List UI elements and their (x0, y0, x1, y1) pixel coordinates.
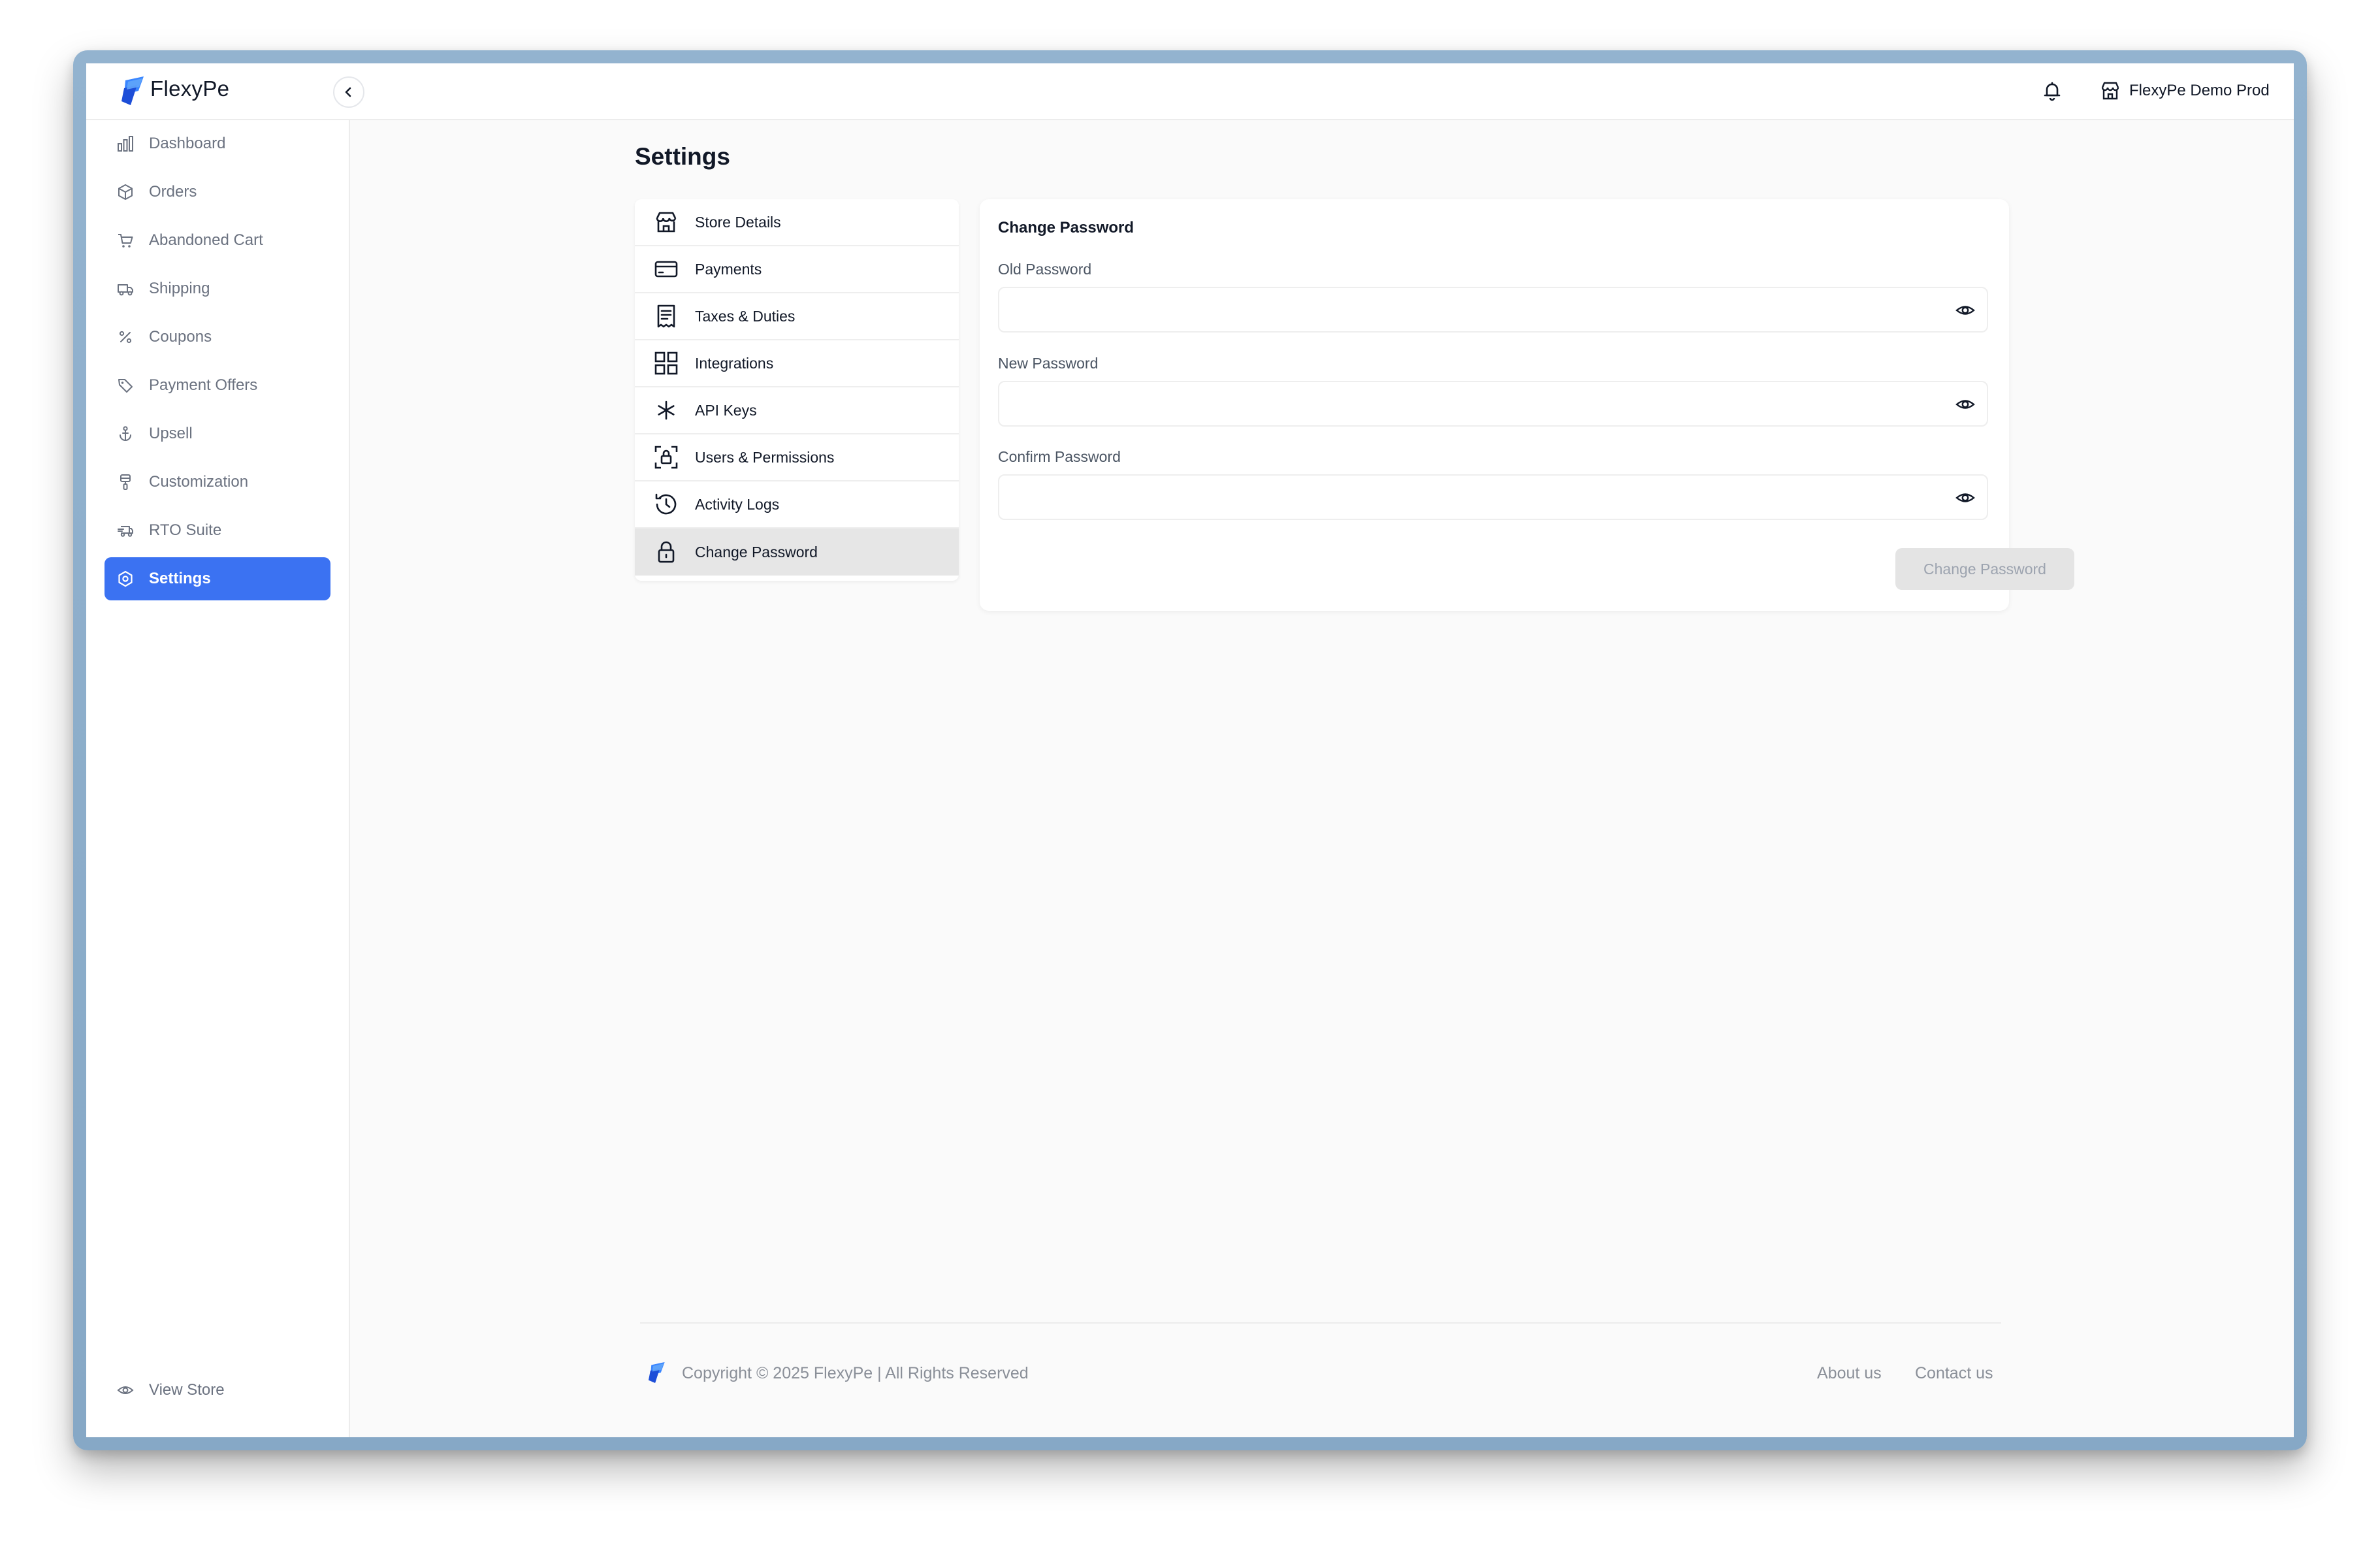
truck-icon (116, 280, 135, 298)
card-title: Change Password (998, 219, 1134, 236)
settings-item-label: Change Password (695, 543, 818, 561)
new-password-input[interactable] (999, 382, 1940, 424)
eye-icon[interactable] (1954, 487, 1976, 509)
chevron-left-icon (345, 87, 351, 97)
eye-icon (116, 1381, 135, 1399)
sidebar-item-customization[interactable]: Customization (105, 461, 330, 504)
settings-item-store-details[interactable]: Store Details (635, 199, 959, 246)
sidebar-item-abandoned-cart[interactable]: Abandoned Cart (105, 219, 330, 262)
eye-icon[interactable] (1954, 393, 1976, 415)
settings-item-taxes-duties[interactable]: Taxes & Duties (635, 293, 959, 340)
settings-item-label: Payments (695, 260, 762, 278)
footer-divider (640, 1322, 2001, 1324)
sidebar-collapse-button[interactable] (333, 76, 364, 108)
settings-item-integrations[interactable]: Integrations (635, 340, 959, 387)
app-window: FlexyPe FlexyPe Demo Prod Dashboard Orde… (86, 63, 2294, 1437)
user-lock-icon (653, 444, 679, 470)
old-password-field (998, 287, 1988, 333)
page-title: Settings (635, 143, 730, 170)
history-icon (653, 491, 679, 517)
eye-icon[interactable] (1954, 299, 1976, 321)
sidebar-item-payment-offers[interactable]: Payment Offers (105, 364, 330, 407)
settings-item-label: Integrations (695, 354, 774, 372)
receipt-icon (653, 303, 679, 329)
settings-item-payments[interactable]: Payments (635, 246, 959, 293)
settings-item-api-keys[interactable]: API Keys (635, 387, 959, 434)
settings-menu: Store Details Payments Taxes & Duties In… (635, 199, 959, 581)
package-icon (116, 183, 135, 201)
flexype-logo-icon (121, 76, 144, 105)
sidebar-item-label: Payment Offers (149, 376, 258, 394)
store-name: FlexyPe Demo Prod (2129, 82, 2270, 99)
anchor-icon (116, 425, 135, 443)
sidebar-item-dashboard[interactable]: Dashboard (105, 122, 330, 165)
settings-item-change-password[interactable]: Change Password (635, 529, 959, 576)
sidebar-item-coupons[interactable]: Coupons (105, 316, 330, 359)
credit-card-icon (653, 256, 679, 282)
bar-chart-icon (116, 135, 135, 153)
settings-item-label: Activity Logs (695, 495, 780, 513)
sidebar-item-upsell[interactable]: Upsell (105, 412, 330, 455)
change-password-card: Change Password Old Password New Passwor… (980, 199, 2074, 611)
settings-item-users-permissions[interactable]: Users & Permissions (635, 434, 959, 481)
sidebar-item-label: Dashboard (149, 135, 226, 152)
gear-icon (116, 570, 135, 588)
truck-return-icon (116, 521, 135, 540)
store-selector[interactable]: FlexyPe Demo Prod (2099, 76, 2270, 105)
confirm-password-label: Confirm Password (998, 448, 1121, 465)
asterisk-icon (653, 397, 679, 423)
settings-item-label: Users & Permissions (695, 448, 835, 466)
view-store-link[interactable]: View Store (105, 1369, 330, 1412)
settings-item-activity-logs[interactable]: Activity Logs (635, 481, 959, 529)
top-bar: FlexyPe FlexyPe Demo Prod (86, 63, 2294, 120)
grid-icon (653, 350, 679, 376)
storefront-icon (653, 209, 679, 235)
sidebar-item-rto-suite[interactable]: RTO Suite (105, 509, 330, 552)
sidebar-item-label: Coupons (149, 328, 212, 346)
sidebar: Dashboard Orders Abandoned Cart Shipping… (86, 120, 350, 1437)
sidebar-item-label: Customization (149, 473, 249, 491)
new-password-label: New Password (998, 355, 1099, 372)
settings-item-label: Store Details (695, 213, 781, 231)
flexype-logo-icon (648, 1362, 665, 1383)
copyright-text: Copyright © 2025 FlexyPe | All Rights Re… (682, 1364, 1029, 1382)
new-password-field (998, 381, 1988, 427)
sidebar-item-label: Abandoned Cart (149, 231, 263, 249)
old-password-input[interactable] (999, 288, 1940, 330)
about-us-link[interactable]: About us (1817, 1364, 1882, 1383)
change-password-button[interactable]: Change Password (1895, 548, 2074, 590)
sidebar-item-label: Upsell (149, 425, 193, 442)
old-password-label: Old Password (998, 261, 1092, 278)
cart-icon (116, 231, 135, 250)
lock-icon (653, 539, 679, 565)
notification-bell-icon[interactable] (2039, 78, 2065, 104)
settings-item-label: Taxes & Duties (695, 307, 796, 325)
storefront-icon (2101, 82, 2119, 100)
view-store-label: View Store (149, 1381, 225, 1399)
settings-item-label: API Keys (695, 401, 757, 419)
sidebar-item-label: Orders (149, 183, 197, 201)
sidebar-item-settings[interactable]: Settings (105, 557, 330, 600)
sidebar-item-shipping[interactable]: Shipping (105, 267, 330, 310)
tag-icon (116, 376, 135, 395)
sidebar-item-label: Settings (149, 570, 211, 587)
sidebar-item-label: RTO Suite (149, 521, 222, 539)
percent-icon (116, 328, 135, 346)
sidebar-item-orders[interactable]: Orders (105, 171, 330, 214)
brand-name: FlexyPe (150, 76, 230, 101)
paint-brush-icon (116, 473, 135, 491)
confirm-password-input[interactable] (999, 476, 1940, 517)
confirm-password-field (998, 474, 1988, 520)
sidebar-item-label: Shipping (149, 280, 210, 297)
contact-us-link[interactable]: Contact us (1915, 1364, 1993, 1383)
